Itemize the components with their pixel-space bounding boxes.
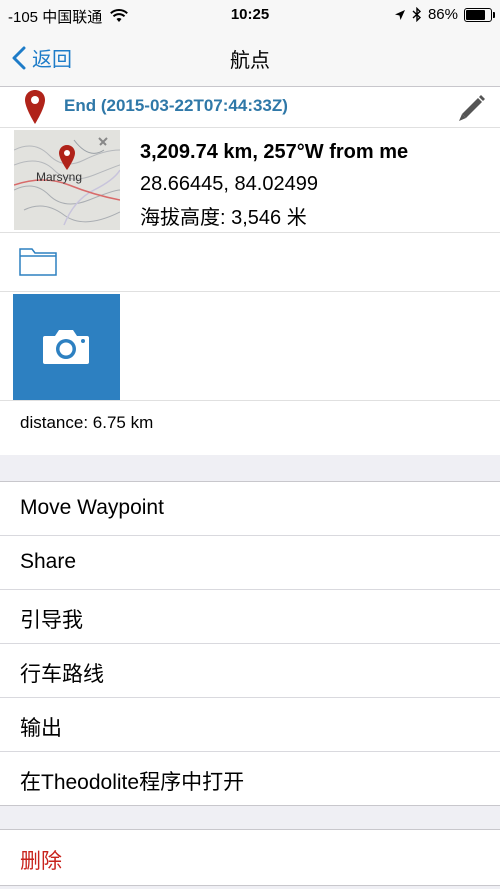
add-photo-button[interactable]	[13, 294, 120, 400]
delete-label: 删除	[20, 850, 62, 873]
folder-icon	[19, 248, 57, 276]
page-title: 航点	[230, 50, 270, 72]
action-menu: Move Waypoint Share 引导我 行车路线 输出 在Theodol…	[0, 481, 500, 806]
battery-percent: 86%	[427, 6, 458, 23]
folder-row[interactable]	[0, 233, 500, 292]
waypoint-info: Marsyng 3,209.74 km, 257°W from me 28.66…	[0, 128, 500, 233]
menu-item-open-theodolite[interactable]: 在Theodolite程序中打开	[0, 752, 500, 805]
menu-item-label: Move Waypoint	[20, 496, 164, 519]
map-place-label: Marsyng	[36, 170, 83, 184]
menu-item-label: 行车路线	[20, 663, 104, 686]
waypoint-header: End (2015-03-22T07:44:33Z)	[0, 87, 500, 128]
map-pin-icon	[25, 90, 45, 124]
menu-item-move-waypoint[interactable]: Move Waypoint	[0, 482, 500, 536]
distance-info: distance: 6.75 km	[20, 413, 154, 432]
edit-pencil-icon[interactable]	[456, 92, 488, 124]
menu-item-label: Share	[20, 550, 77, 573]
battery-icon	[464, 7, 495, 22]
status-bar: -105 中国联通 10:25 86%	[0, 0, 500, 30]
menu-item-share[interactable]: Share	[0, 536, 500, 590]
navigation-bar: 返回 航点	[0, 30, 500, 87]
bluetooth-icon	[412, 7, 421, 22]
waypoint-card: End (2015-03-22T07:44:33Z) Marsyng 3,209…	[0, 87, 500, 455]
location-arrow-icon	[394, 9, 405, 20]
menu-item-label: 引导我	[20, 609, 83, 632]
distance-bearing: 3,209.74 km, 257°W from me	[140, 141, 409, 163]
delete-button[interactable]: 删除	[0, 829, 500, 886]
altitude: 海拔高度: 3,546 米	[140, 207, 307, 229]
camera-icon	[43, 330, 89, 364]
menu-item-label: 输出	[20, 717, 62, 740]
waypoint-title: End (2015-03-22T07:44:33Z)	[64, 96, 288, 115]
menu-item-export[interactable]: 输出	[0, 698, 500, 752]
menu-item-label: 在Theodolite程序中打开	[20, 771, 245, 794]
coordinates: 28.66445, 84.02499	[140, 173, 318, 195]
menu-item-driving-route[interactable]: 行车路线	[0, 644, 500, 698]
menu-item-guide-me[interactable]: 引导我	[0, 590, 500, 644]
photo-row	[0, 292, 500, 401]
map-thumbnail[interactable]: Marsyng	[14, 130, 120, 230]
